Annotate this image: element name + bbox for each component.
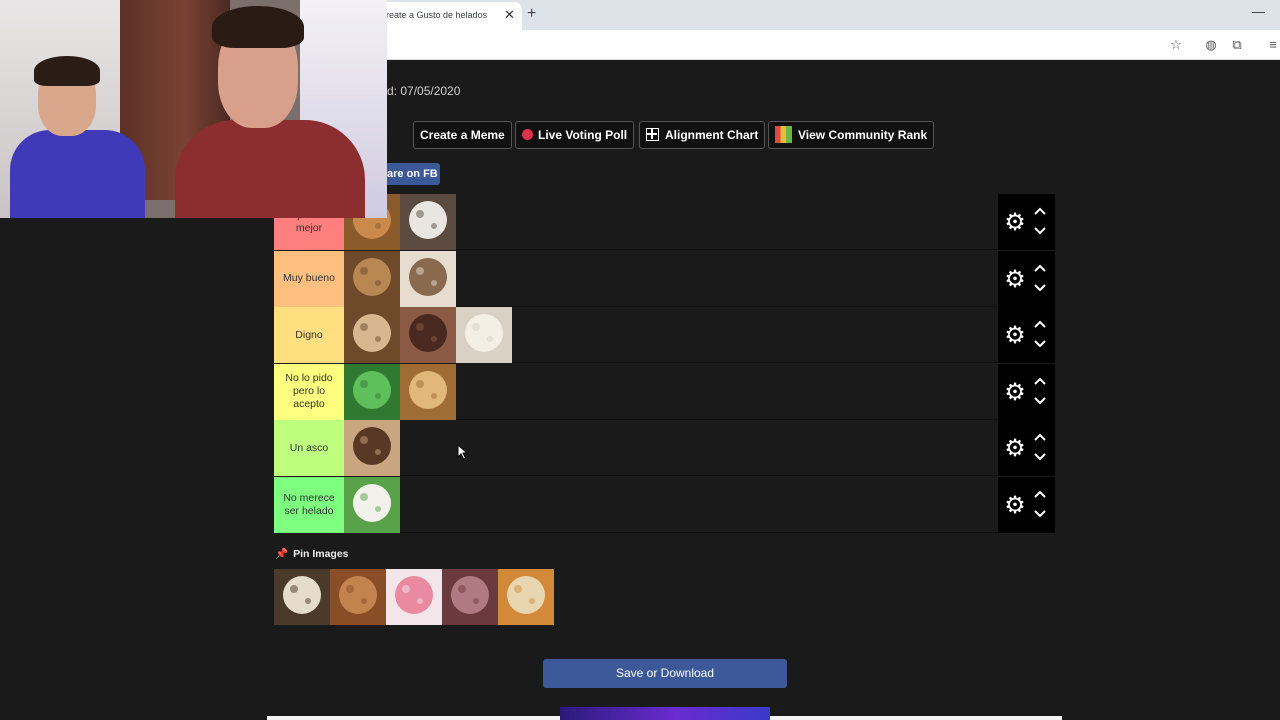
- ice-cream-image[interactable]: [400, 307, 456, 363]
- ice-cream-image[interactable]: [442, 569, 498, 625]
- date-text: d: 07/05/2020: [387, 84, 461, 98]
- tier-label[interactable]: No merece ser helado: [274, 476, 344, 533]
- person-left-hair: [34, 56, 100, 86]
- tier-controls: ⚙: [998, 476, 1055, 533]
- ice-cream-image[interactable]: [498, 569, 554, 625]
- bookmark-star-icon[interactable]: ☆: [1166, 35, 1186, 55]
- ice-cream-image[interactable]: [344, 307, 400, 363]
- gear-icon[interactable]: ⚙: [1002, 492, 1028, 519]
- chevron-up-icon[interactable]: [1032, 375, 1048, 389]
- chevron-up-icon[interactable]: [1032, 431, 1048, 445]
- ad-banner[interactable]: [560, 707, 770, 720]
- person-right-shirt: [175, 120, 365, 218]
- webcam-overlay: [0, 0, 387, 218]
- live-voting-poll-label: Live Voting Poll: [538, 128, 628, 142]
- chevron-down-icon[interactable]: [1032, 225, 1048, 239]
- view-community-rank-button[interactable]: View Community Rank: [768, 121, 935, 149]
- mouse-cursor-icon: [457, 444, 469, 460]
- minimize-icon[interactable]: —: [1252, 4, 1265, 19]
- tier-label[interactable]: Un asco: [274, 420, 344, 476]
- alignment-chart-label: Alignment Chart: [665, 128, 759, 142]
- alignment-chart-button[interactable]: Alignment Chart: [639, 121, 766, 149]
- browser-tab[interactable]: reate a Gusto de helados en A ✕: [370, 2, 522, 30]
- tier-row: No merece ser helado ⚙: [274, 476, 1055, 533]
- pin-images-label: Pin Images: [293, 548, 349, 560]
- chevron-down-icon[interactable]: [1032, 508, 1048, 522]
- ice-cream-image[interactable]: [400, 363, 456, 420]
- tier-controls: ⚙: [998, 307, 1055, 363]
- person-right-hair: [212, 6, 304, 48]
- tier-label[interactable]: Digno: [274, 307, 344, 363]
- ice-cream-image[interactable]: [330, 569, 386, 625]
- pin-icon: 📌: [275, 548, 289, 560]
- gear-icon[interactable]: ⚙: [1002, 323, 1028, 349]
- chevron-up-icon[interactable]: [1032, 205, 1048, 219]
- tier-row: Mejor de lo mejor⚙: [274, 194, 1055, 250]
- gear-icon[interactable]: ⚙: [1002, 379, 1028, 406]
- tier-board: Mejor de lo mejor⚙Muy bueno⚙Digno⚙No lo …: [274, 194, 1055, 533]
- tier-label[interactable]: Muy bueno: [274, 250, 344, 307]
- ice-cream-image[interactable]: [400, 250, 456, 307]
- tab-close-icon[interactable]: ✕: [504, 7, 515, 23]
- ice-cream-image[interactable]: [274, 569, 330, 625]
- grid-icon: [646, 128, 659, 141]
- tier-controls: ⚙: [998, 250, 1055, 307]
- chevron-up-icon[interactable]: [1032, 262, 1048, 276]
- ice-cream-image[interactable]: [456, 307, 512, 363]
- extensions-puzzle-icon[interactable]: ⧉: [1227, 35, 1247, 55]
- share-on-fb-button[interactable]: are on FB: [387, 163, 440, 185]
- ice-cream-image[interactable]: [386, 569, 442, 625]
- gear-icon[interactable]: ⚙: [1002, 210, 1028, 236]
- new-tab-icon[interactable]: +: [527, 5, 536, 23]
- chevron-down-icon[interactable]: [1032, 395, 1048, 409]
- chevron-up-icon[interactable]: [1032, 318, 1048, 332]
- gear-icon[interactable]: ⚙: [1002, 266, 1028, 293]
- mosaic-icon: [775, 126, 792, 143]
- create-meme-label: Create a Meme: [420, 128, 505, 142]
- image-pool: [274, 569, 554, 625]
- tab-title: reate a Gusto de helados en A: [386, 10, 490, 20]
- create-meme-button[interactable]: Create a Meme: [413, 121, 512, 149]
- gear-icon[interactable]: ⚙: [1002, 436, 1028, 462]
- ice-cream-image[interactable]: [400, 194, 456, 250]
- live-voting-poll-button[interactable]: Live Voting Poll: [515, 121, 635, 149]
- chevron-down-icon[interactable]: [1032, 451, 1048, 465]
- pin-images-toggle[interactable]: 📌 Pin Images: [275, 547, 349, 560]
- extension-globe-icon[interactable]: ◍: [1201, 35, 1221, 55]
- tier-controls: ⚙: [998, 194, 1055, 250]
- chevron-down-icon[interactable]: [1032, 338, 1048, 352]
- person-left-shirt: [10, 130, 145, 218]
- view-community-rank-label: View Community Rank: [798, 128, 928, 142]
- tier-row: Un asco ⚙: [274, 420, 1055, 476]
- tier-row: No lo pido pero lo acepto ⚙: [274, 363, 1055, 420]
- tier-label[interactable]: No lo pido pero lo acepto: [274, 363, 344, 420]
- tier-controls: ⚙: [998, 420, 1055, 476]
- reading-list-icon[interactable]: ≡: [1263, 35, 1280, 55]
- chevron-down-icon[interactable]: [1032, 282, 1048, 296]
- tier-controls: ⚙: [998, 363, 1055, 420]
- ice-cream-image[interactable]: [344, 250, 400, 307]
- chevron-up-icon[interactable]: [1032, 488, 1048, 502]
- ice-cream-image[interactable]: [344, 363, 400, 420]
- tier-row: Digno ⚙: [274, 307, 1055, 363]
- save-or-download-button[interactable]: Save or Download: [543, 659, 787, 688]
- ice-cream-image[interactable]: [344, 476, 400, 533]
- ice-cream-image[interactable]: [344, 420, 400, 476]
- record-dot-icon: [522, 129, 533, 140]
- tier-row: Muy bueno ⚙: [274, 250, 1055, 307]
